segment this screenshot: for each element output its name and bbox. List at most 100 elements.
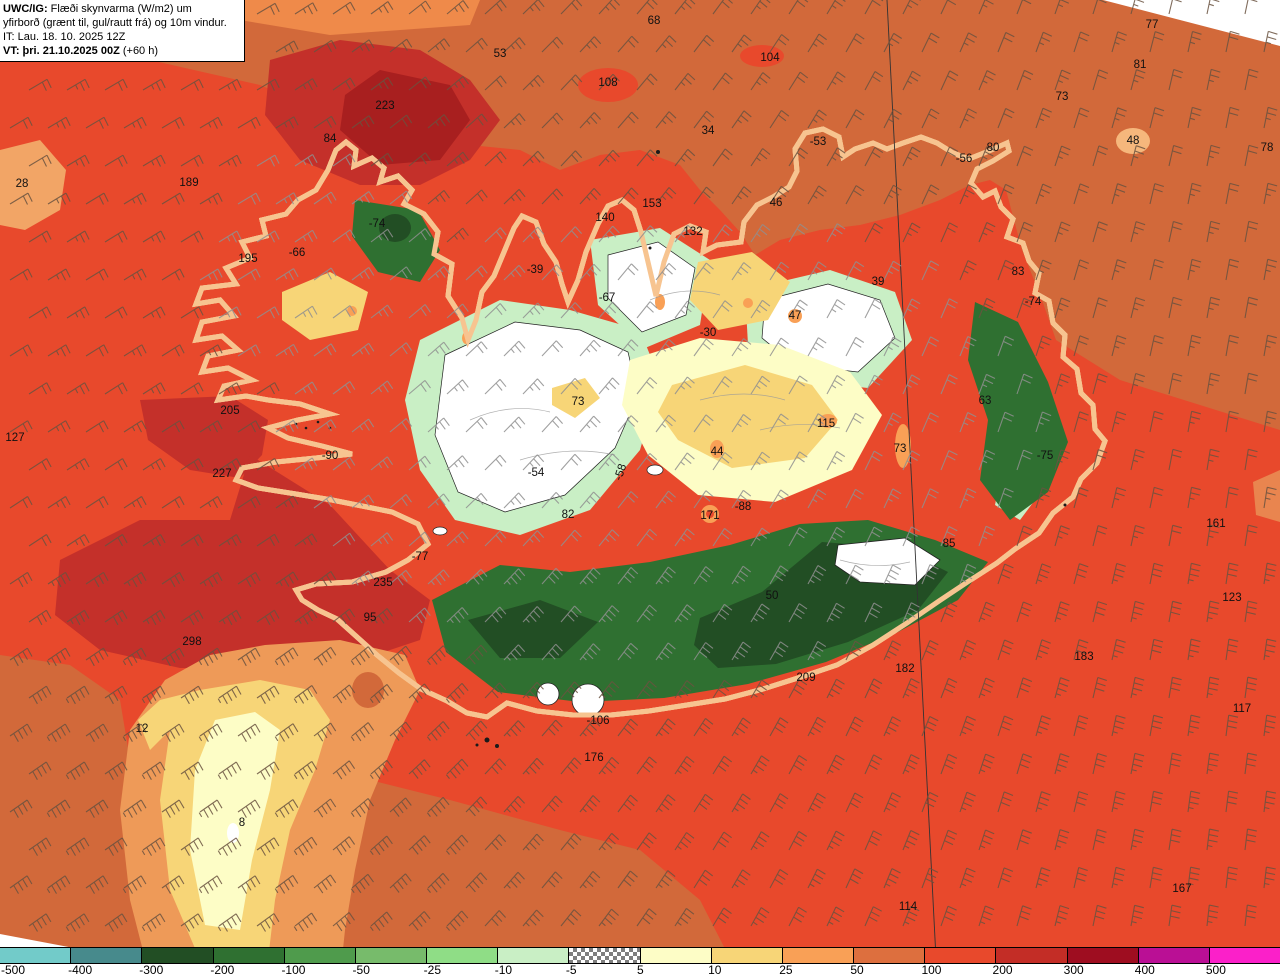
colorbar-segment <box>568 948 640 963</box>
map-value-label: 73 <box>1056 91 1069 103</box>
colorbar-segment <box>283 948 355 963</box>
map-canvas: 6853 1041082237781733448788428 18915314013… <box>0 0 1280 978</box>
colorbar-tick-label: -100 <box>281 963 306 977</box>
colorbar-segment <box>212 948 284 963</box>
colorbar-tick-label: 300 <box>1063 963 1084 977</box>
map-value-label: 84 <box>324 133 337 145</box>
map-value-label: -74 <box>369 218 386 230</box>
map-value-label: 108 <box>598 77 617 89</box>
colorbar <box>0 947 1280 964</box>
map-value-label: 53 <box>494 48 507 60</box>
map-value-label: 127 <box>5 432 24 444</box>
map-value-label: 161 <box>1206 518 1225 530</box>
map-value-label: 47 <box>789 310 802 322</box>
colorbar-tick-label: 10 <box>708 963 722 977</box>
title-line-2: yfirborð (grænt til, gul/rautt frá) og 1… <box>3 17 227 30</box>
map-value-label: -30 <box>700 327 717 339</box>
lake <box>432 526 448 536</box>
map-value-label: 167 <box>1172 883 1191 895</box>
colorbar-segment <box>710 948 782 963</box>
colorbar-tick-label: -500 <box>1 963 26 977</box>
weather-map-app: 68 53 104 108 223 77 81 73 34 48 78 84 28 189 153 140 13… <box>0 0 1280 978</box>
map-value-label: 68 <box>648 15 661 27</box>
map-value-label: 176 <box>584 752 603 764</box>
colorbar-segment <box>639 948 711 963</box>
map-value-label: 205 <box>220 405 239 417</box>
map-value-label: 8 <box>239 817 245 829</box>
map-value-label: -88 <box>735 501 752 513</box>
map-value-label: 85 <box>943 538 956 550</box>
map-value-label: 298 <box>182 636 201 648</box>
colorbar-tick-label: -200 <box>210 963 235 977</box>
map-value-label: 153 <box>642 198 661 210</box>
colorbar-segment <box>924 948 996 963</box>
colorbar-segment <box>141 948 213 963</box>
map-value-label: 227 <box>212 468 231 480</box>
map-value-label: 78 <box>1261 142 1274 154</box>
map-value-label: 183 <box>1074 651 1093 663</box>
map-value-label: 77 <box>1146 19 1159 31</box>
map-value-label: 223 <box>375 100 394 112</box>
map-value-label: 115 <box>817 418 835 430</box>
map-value-label: 195 <box>238 253 257 265</box>
map-value-label: 182 <box>895 663 914 675</box>
map-value-label: 73 <box>894 443 907 455</box>
map-value-label: 95 <box>364 612 377 624</box>
colorbar-labels: -500 -400 -300 -200 -100 -50 -25 -10 -5 5 10 25 50 10… <box>0 963 1280 978</box>
map-value-label: 209 <box>796 672 815 684</box>
map-value-label: -54 <box>528 467 545 479</box>
title-line-4: VT: þri. 21.10.2025 00Z (+60 h) <box>3 45 159 58</box>
map-value-label: 123 <box>1222 592 1241 604</box>
colorbar-tick-label: 400 <box>1134 963 1155 977</box>
colorbar-tick-label: 500 <box>1205 963 1226 977</box>
map-value-label: 82 <box>562 509 575 521</box>
map-value-label: 44 <box>711 446 724 458</box>
map-value-label: 140 <box>595 212 614 224</box>
title-box: UWC/IG: Flæði skynvarma (W/m2) um yfirbo… <box>0 0 245 63</box>
lake <box>646 464 664 476</box>
map-value-label: 34 <box>702 125 715 137</box>
colorbar-segment <box>1137 948 1209 963</box>
map-value-label: -77 <box>412 551 429 563</box>
glacier-myrdalsjokull <box>571 683 605 717</box>
map-value-label: -56 <box>956 153 973 165</box>
land-orange-spot <box>743 298 753 308</box>
colorbar-tick-label: -50 <box>352 963 370 977</box>
map-value-label: 171 <box>700 510 719 522</box>
colorbar-tick-label: 5 <box>637 963 644 977</box>
colorbar-tick-label: 200 <box>992 963 1013 977</box>
map-value-label: -74 <box>1025 296 1042 308</box>
map-value-label: 235 <box>373 577 392 589</box>
colorbar-tick-label: -25 <box>423 963 441 977</box>
colorbar-tick-label: -300 <box>139 963 164 977</box>
map-value-label: 12 <box>136 723 149 735</box>
map-value-label: 117 <box>1233 703 1251 715</box>
map-value-label: 189 <box>179 177 198 189</box>
map-value-label: 46 <box>770 197 783 209</box>
colorbar-segment <box>1208 948 1280 963</box>
map-value-label: 50 <box>766 590 779 602</box>
map-value-label: 39 <box>872 276 885 288</box>
title-line-1: UWC/IG: Flæði skynvarma (W/m2) um <box>3 3 192 15</box>
colorbar-segment <box>0 948 71 963</box>
map-value-label: 28 <box>16 178 29 190</box>
map-value-label: -66 <box>289 247 306 259</box>
title-line-3: IT: Lau. 18. 10. 2025 12Z <box>3 31 126 44</box>
map-value-label: -106 <box>586 715 609 727</box>
colorbar-tick-label: -10 <box>494 963 513 977</box>
colorbar-tick-label: 100 <box>921 963 942 977</box>
colorbar-tick-label: -5 <box>565 963 577 977</box>
title-product: UWC/IG: <box>3 3 48 15</box>
map-value-label: 63 <box>979 395 992 407</box>
colorbar-tick-label: 25 <box>779 963 793 977</box>
colorbar-segment <box>497 948 569 963</box>
map-value-label: -67 <box>599 292 616 304</box>
colorbar-tick-label: -400 <box>68 963 93 977</box>
map-value-label: 83 <box>1012 266 1025 278</box>
colorbar-segment <box>781 948 854 963</box>
colorbar-segment <box>1066 948 1138 963</box>
map-value-label: -90 <box>322 450 339 462</box>
map-value-label: 81 <box>1134 59 1147 71</box>
colorbar-segment <box>995 948 1067 963</box>
valid-time: VT: þri. 21.10.2025 00Z <box>3 45 120 58</box>
